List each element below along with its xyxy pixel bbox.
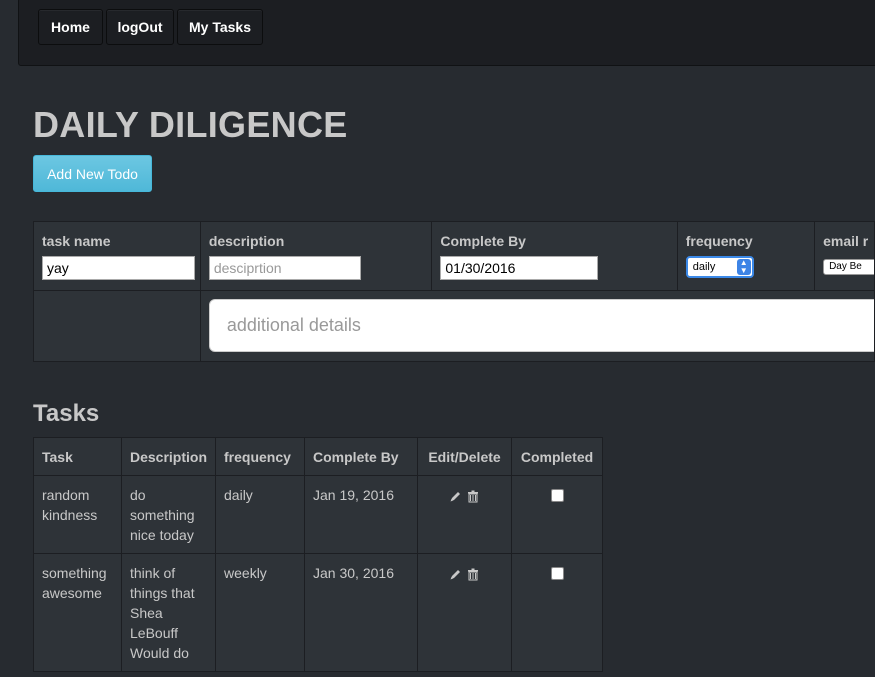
frequency-cell: daily — [215, 475, 306, 554]
select-arrows-icon: ▲ ▼ — [736, 259, 751, 275]
complete-by-cell: Jan 19, 2016 — [304, 475, 419, 554]
logout-button[interactable]: logOut — [106, 9, 174, 45]
frequency-select[interactable]: daily ▲ ▼ — [685, 256, 754, 278]
pencil-icon[interactable] — [449, 488, 463, 502]
description-cell: description desciprtion — [199, 221, 433, 291]
complete-by-cell: Complete By 01/30/2016 — [431, 221, 678, 291]
table-row: something awesome think of things that S… — [33, 553, 604, 672]
frequency-value: daily — [692, 261, 716, 273]
frequency-label: frequency — [685, 233, 753, 249]
description-cell: think of things that Shea LeBouff Would … — [120, 553, 217, 672]
completed-checkbox[interactable] — [550, 567, 564, 580]
completed-checkbox[interactable] — [550, 489, 564, 502]
home-button[interactable]: Home — [38, 9, 103, 45]
navbar: Home logOut My Tasks — [18, 0, 875, 66]
details-cell: additional details — [199, 290, 875, 362]
task-cell: random kindness — [33, 475, 122, 554]
description-input[interactable]: desciprtion — [208, 256, 361, 280]
task-name-cell: task name yay — [33, 221, 201, 291]
edit-delete-cell — [417, 553, 513, 672]
description-cell: do something nice today — [120, 475, 217, 554]
my-tasks-button[interactable]: My Tasks — [177, 9, 263, 45]
edit-delete-cell — [417, 475, 513, 554]
header-frequency: frequency — [215, 437, 306, 476]
header-task: Task — [33, 437, 122, 476]
task-name-input[interactable]: yay — [42, 256, 195, 280]
description-label: description — [208, 233, 285, 249]
header-complete-by: Complete By — [304, 437, 419, 476]
tasks-table: Task Description frequency Complete By E… — [33, 437, 604, 672]
details-empty-cell — [33, 290, 201, 362]
frequency-cell: frequency daily ▲ ▼ — [676, 221, 816, 291]
header-description: Description — [120, 437, 217, 476]
additional-details-input[interactable]: additional details — [208, 299, 874, 352]
trash-icon[interactable] — [466, 488, 480, 503]
email-cell: email r Day Be — [814, 221, 875, 291]
header-completed: Completed — [511, 437, 604, 476]
new-todo-form: task name yay description desciprtion Co… — [33, 221, 875, 362]
task-cell: something awesome — [33, 553, 122, 672]
page-title: DAILY DILIGENCE — [33, 104, 348, 145]
tasks-table-header: Task Description frequency Complete By E… — [33, 437, 604, 476]
completed-cell — [511, 553, 604, 672]
task-name-label: task name — [42, 233, 111, 249]
pencil-icon[interactable] — [449, 566, 463, 580]
frequency-cell: weekly — [215, 553, 306, 672]
completed-cell — [511, 475, 604, 554]
complete-by-label: Complete By — [440, 233, 526, 249]
complete-by-cell: Jan 30, 2016 — [304, 553, 419, 672]
tasks-heading: Tasks — [33, 400, 100, 427]
email-reminder-select[interactable]: Day Be — [823, 259, 874, 275]
complete-by-input[interactable]: 01/30/2016 — [440, 256, 599, 280]
table-row: random kindness do something nice today … — [33, 475, 604, 554]
add-new-todo-button[interactable]: Add New Todo — [33, 155, 152, 192]
trash-icon[interactable] — [466, 566, 480, 581]
header-edit-delete: Edit/Delete — [417, 437, 513, 476]
email-label: email r — [823, 233, 869, 249]
